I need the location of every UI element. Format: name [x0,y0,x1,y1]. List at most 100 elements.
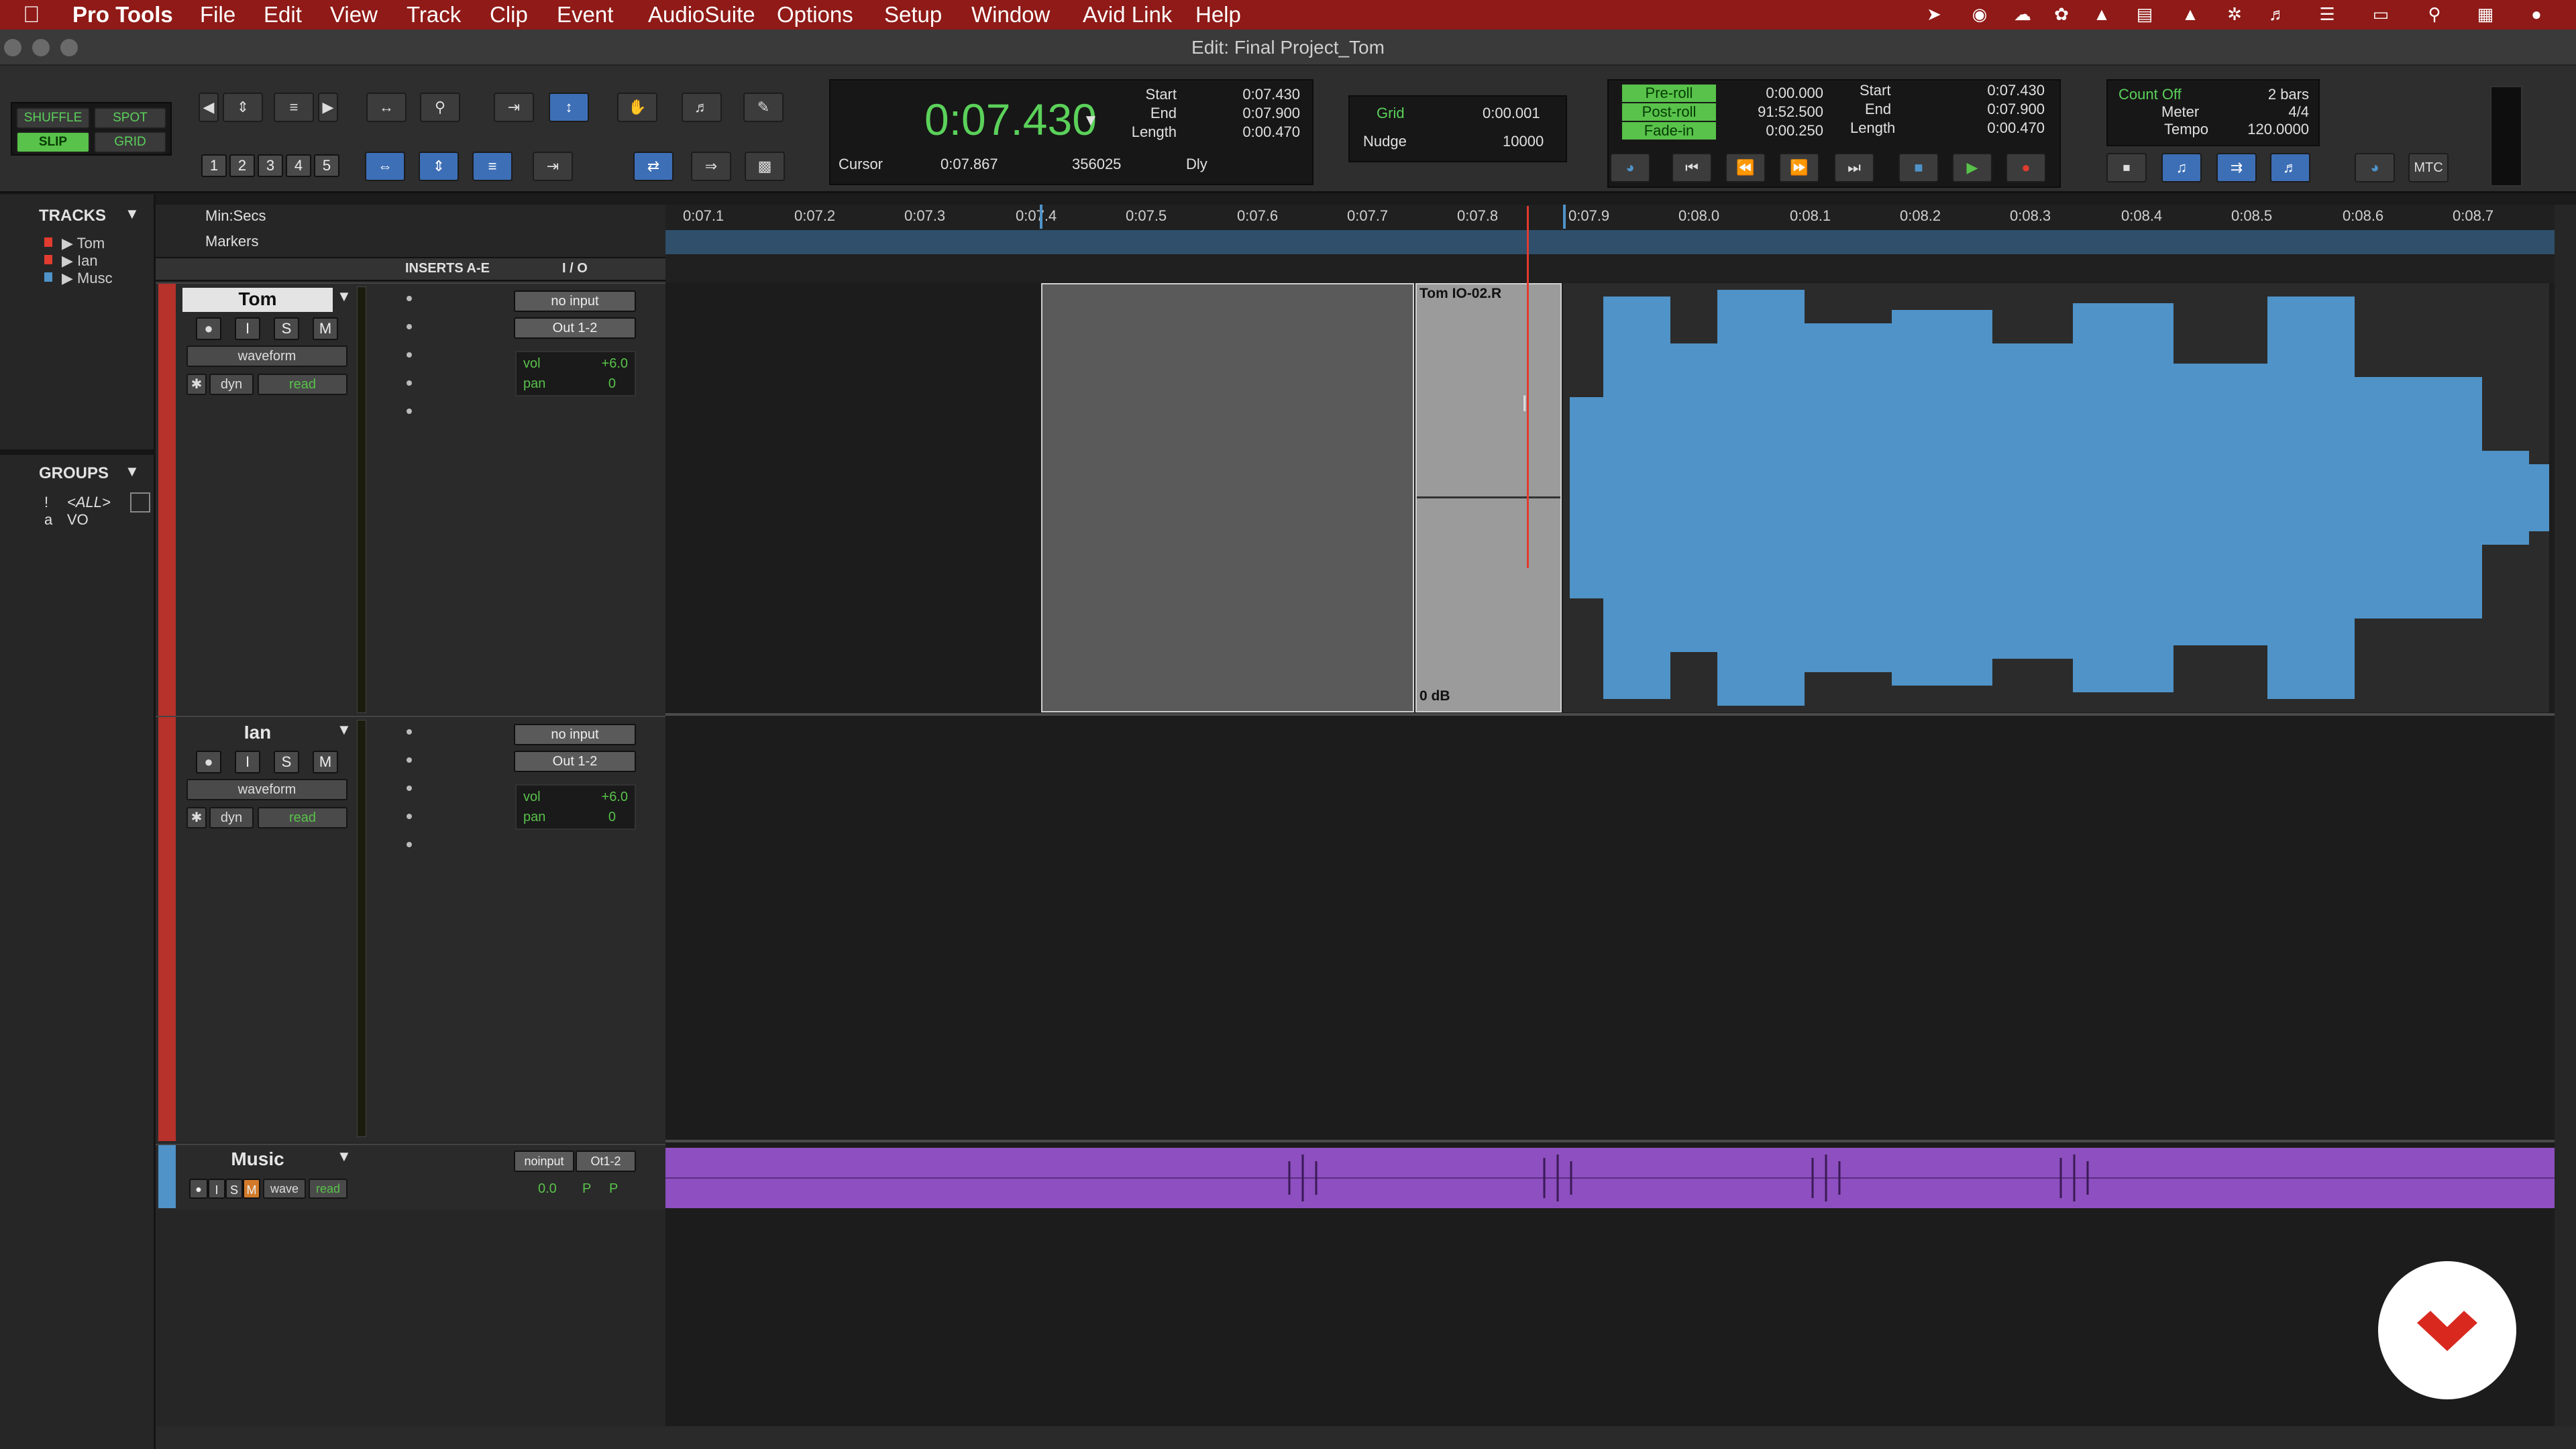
postroll-label[interactable]: Post-roll [1622,103,1716,121]
insert-slot[interactable] [407,409,412,414]
track-name[interactable]: Tom [182,288,333,312]
nudge-value[interactable]: 10000 [1503,133,1544,150]
solo-button[interactable]: S [274,317,299,340]
dyn-button[interactable]: dyn [209,807,254,828]
track-name-dropdown-icon[interactable]: ▼ [337,288,352,305]
rewind-icon[interactable]: ⏪ [1725,153,1766,182]
vertical-scrollbar[interactable] [2555,205,2576,1432]
cloud-icon[interactable]: ☁ [2012,4,2033,24]
menu-event[interactable]: Event [557,0,613,30]
slip-mode-button[interactable]: SLIP [16,131,90,153]
input-monitor-button[interactable]: I [235,751,260,773]
transport-length-value[interactable]: 0:00.470 [1944,119,2045,137]
automation-follows-icon[interactable]: ⇒ [691,152,731,181]
fadein-value[interactable]: 0:00.250 [1723,122,1823,140]
location-icon[interactable]: ➤ [1924,4,1944,24]
group-name[interactable]: VO [67,511,89,529]
midi-zoom-icon[interactable]: ≡ [274,93,314,122]
keyboard-focus-icon[interactable]: ▩ [745,152,785,181]
insertion-follows-icon[interactable]: ⇥ [533,152,573,181]
track-name[interactable]: Ian [182,721,333,745]
menu-options[interactable]: Options [777,0,853,30]
grid-label[interactable]: Grid [1377,105,1405,122]
insert-slot[interactable] [407,757,412,763]
tracks-menu-icon[interactable]: ▼ [125,205,140,223]
zoom-preset-5[interactable]: 5 [314,154,339,177]
zoom-in-icon[interactable]: ▶ [318,93,338,122]
countoff-label[interactable]: Count Off [2118,86,2182,103]
selection-start-marker[interactable] [1040,205,1042,229]
sync-icon[interactable]: ◕ [2355,153,2395,182]
mute-button[interactable]: M [313,751,338,773]
wait-for-note-icon[interactable]: ⏹ [2106,153,2147,182]
selection-end-marker[interactable] [1563,205,1566,229]
automation-mode[interactable]: read [258,807,347,828]
status-circle-icon[interactable]: ◉ [1970,4,1990,24]
zoom-out-icon[interactable]: ◀ [199,93,219,122]
automation-mode[interactable]: read [258,374,347,395]
track-playlist-area[interactable]: Tom IO-02.R 0 dB I [665,206,2555,1433]
pan-value[interactable]: 0 [608,810,616,825]
pan-left-value[interactable]: P [582,1181,591,1197]
horizontal-scrollbar[interactable] [156,1426,2576,1449]
app-menu[interactable]: Pro Tools [72,0,173,30]
trim-tool-icon[interactable]: ⇥ [494,93,534,122]
menu-track[interactable]: Track [407,0,461,30]
tracklist-item[interactable]: ▶ Tom [62,235,105,252]
search-icon[interactable]: ⚲ [2424,4,2445,24]
vol-pan-box[interactable]: vol +6.0 pan 0 [515,784,636,830]
solo-button[interactable]: S [274,751,299,773]
insert-slot[interactable] [407,729,412,735]
zoom-preset-1[interactable]: 1 [201,154,227,177]
group-name[interactable]: <ALL> [67,494,111,511]
tracklist-item[interactable]: ▶ Musc [62,270,113,287]
timeline-ruler[interactable]: 0:07.1 0:07.2 0:07.3 0:07.4 0:07.5 0:07.… [665,205,2555,282]
input-selector[interactable]: no input [514,290,636,312]
output-selector[interactable]: Out 1-2 [514,317,636,339]
new-group-icon[interactable] [130,492,150,513]
waveform-zoom-icon[interactable]: ⇕ [223,93,263,122]
preroll-label[interactable]: Pre-roll [1622,85,1716,102]
pencil-tool-icon[interactable]: ✎ [743,93,784,122]
resize-tool-icon[interactable]: ↔ [366,93,407,122]
main-counter[interactable]: 0:07.430 [924,94,1097,145]
counter-end-value[interactable]: 0:07.900 [1206,105,1300,122]
playhead-line[interactable] [1527,206,1529,568]
output-selector[interactable]: Out 1-2 [514,751,636,772]
elastic-audio-icon[interactable]: ✱ [186,374,207,395]
avid-icon[interactable]: ▲ [2092,4,2112,24]
grid-value[interactable]: 0:00.001 [1483,105,1540,122]
vol-pan-box[interactable]: vol +6.0 pan 0 [515,351,636,396]
transport-end-value[interactable]: 0:07.900 [1944,101,2045,118]
postroll-value[interactable]: 91:52.500 [1723,103,1823,121]
nudge-label[interactable]: Nudge [1363,133,1407,150]
zoomer-tool-icon[interactable]: ⚲ [420,93,460,122]
tracklist-item[interactable]: ▶ Ian [62,252,98,270]
volume-icon[interactable]: ♬ [2267,4,2288,24]
track-name-dropdown-icon[interactable]: ▼ [337,721,352,739]
track-view-selector[interactable]: waveform [186,345,347,367]
menu-help[interactable]: Help [1195,0,1241,30]
creative-cloud-icon[interactable]: ✿ [2051,4,2072,24]
vol-value[interactable]: +6.0 [602,356,628,372]
spot-mode-button[interactable]: SPOT [94,107,166,129]
tab-to-transient-icon[interactable]: ⇔ [365,152,405,181]
record-enable-button[interactable]: ● [196,751,221,773]
menu-edit[interactable]: Edit [264,0,302,30]
mirror-midi-icon[interactable]: ⇄ [633,152,674,181]
elastic-audio-icon[interactable]: ✱ [186,807,207,828]
apple-icon[interactable]:  [23,0,40,30]
track-name[interactable]: Music [182,1148,333,1171]
fadein-label[interactable]: Fade-in [1622,122,1716,140]
siri-icon[interactable]: ● [2526,4,2546,24]
inserts-header[interactable]: INSERTS A-E [405,261,490,276]
grid-mode-button[interactable]: GRID [94,131,166,153]
meter-value[interactable]: 4/4 [2235,103,2309,121]
panel-divider[interactable] [0,449,156,455]
mtc-button[interactable]: MTC [2408,153,2449,182]
track-name-dropdown-icon[interactable]: ▼ [337,1148,352,1165]
grabber-tool-icon[interactable]: ✋ [617,93,657,122]
online-icon[interactable]: ◕ [1610,153,1650,182]
menu-file[interactable]: File [200,0,235,30]
mute-button[interactable]: M [243,1179,260,1199]
